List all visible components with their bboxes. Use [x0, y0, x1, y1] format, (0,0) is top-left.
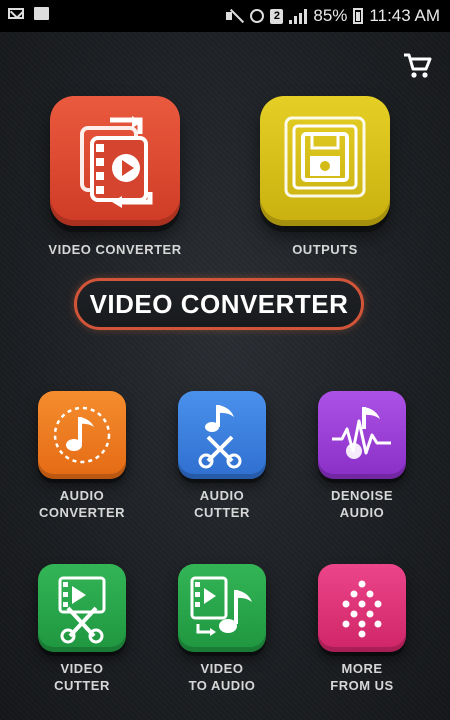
outputs-label: OUTPUTS [292, 242, 358, 257]
video-cutter-label: VIDEO CUTTER [54, 661, 110, 693]
music-note-icon [53, 406, 111, 464]
dots-pattern-icon [342, 580, 382, 638]
more-from-us-label: MORE FROM US [330, 661, 394, 693]
video-converter-tile[interactable] [50, 96, 180, 226]
video-to-audio-label: VIDEO TO AUDIO [188, 661, 256, 693]
denoise-audio-tile[interactable] [318, 391, 406, 479]
more-from-us-tile[interactable] [318, 564, 406, 652]
clock: 11:43 AM [369, 6, 440, 25]
cart-icon [404, 53, 432, 78]
denoise-audio-label: DENOISE AUDIO [330, 488, 393, 520]
video-to-audio-icon [190, 576, 252, 636]
video-cutter-tile[interactable] [38, 564, 126, 652]
mute-icon [226, 9, 244, 23]
status-bar: 2 85% 11:43 AM [0, 0, 450, 32]
video-convert-icon [80, 116, 153, 208]
video-converter-banner: VIDEO CONVERTER [74, 278, 364, 330]
waveform-icon [332, 407, 391, 459]
battery-icon [353, 8, 364, 24]
signal-icon [289, 8, 308, 24]
video-converter-label: VIDEO CONVERTER [48, 242, 182, 257]
video-scissors-icon [58, 576, 106, 644]
outputs-tile[interactable] [260, 96, 390, 226]
mail-icon [8, 8, 24, 19]
sim-icon: 2 [270, 8, 284, 24]
audio-cutter-tile[interactable] [178, 391, 266, 479]
audio-converter-tile[interactable] [38, 391, 126, 479]
audio-cutter-label: AUDIO CUTTER [194, 488, 250, 520]
news-icon [34, 7, 49, 20]
audio-converter-label: AUDIO CONVERTER [38, 488, 126, 520]
cart-button[interactable] [402, 52, 432, 80]
alarm-icon [250, 9, 265, 23]
battery-percent: 85% [313, 6, 348, 25]
video-to-audio-tile[interactable] [178, 564, 266, 652]
audio-scissors-icon [198, 405, 242, 469]
floppy-disk-icon [284, 116, 366, 198]
